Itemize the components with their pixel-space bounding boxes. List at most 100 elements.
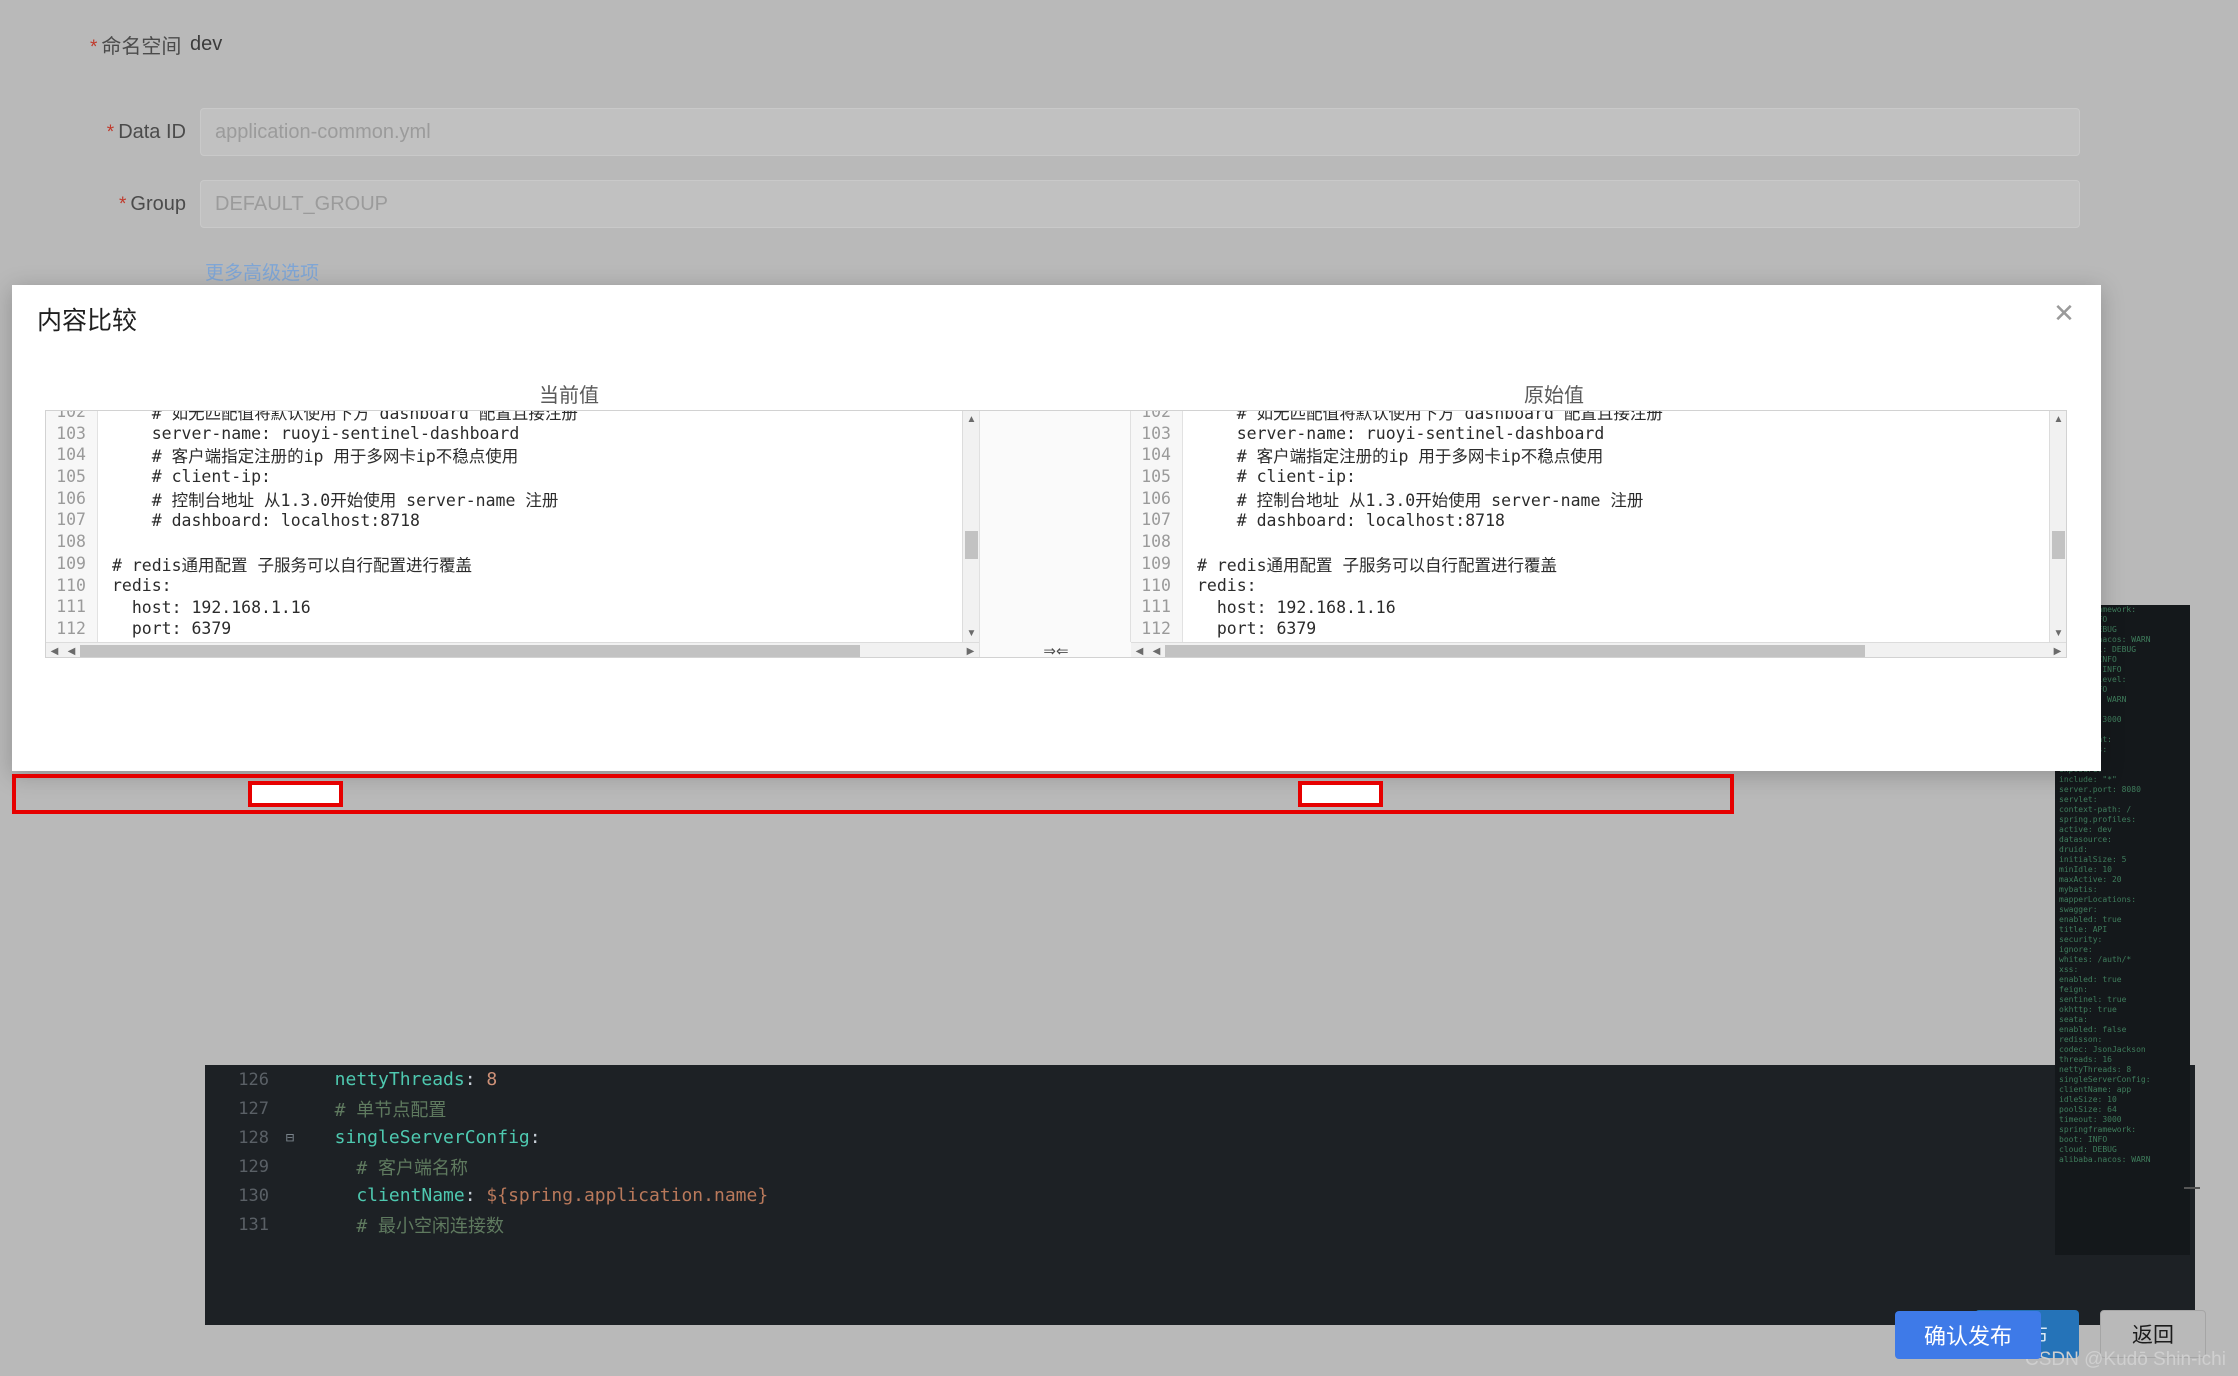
- required-star-icon: *: [90, 37, 97, 58]
- scroll-up-arrow-icon[interactable]: ▲: [2050, 411, 2066, 428]
- editor-line: 126 nettyThreads: 8: [205, 1065, 2195, 1094]
- scroll-down-arrow-icon[interactable]: ▼: [963, 625, 979, 642]
- minimap-line: security:: [2055, 935, 2190, 945]
- right-horizontal-scrollbar[interactable]: ◀ ◀ ▶: [1131, 642, 2066, 658]
- diff-pane-current[interactable]: 102 # 如无匹配值将默认使用下方 dashboard 配置且接注册103 s…: [46, 411, 979, 658]
- diff-line-row: 103 server-name: ruoyi-sentinel-dashboar…: [1131, 423, 2066, 445]
- diff-line-row: 105 # client-ip:: [1131, 466, 2066, 488]
- left-hscroll-thumb[interactable]: [80, 645, 860, 658]
- right-vscroll-thumb[interactable]: [2052, 531, 2065, 559]
- minimap-line: alibaba.nacos: WARN: [2055, 1155, 2190, 1165]
- minimap-line: idleSize: 10: [2055, 1095, 2190, 1105]
- scroll-left-arrow-icon-2[interactable]: ◀: [63, 643, 80, 659]
- left-vscroll-thumb[interactable]: [965, 531, 978, 559]
- yaml-code-editor[interactable]: 126 nettyThreads: 8127 # 单节点配置128⊟ singl…: [205, 1065, 2195, 1325]
- diff-line-row: 111 host: 192.168.1.16: [46, 596, 979, 618]
- minimap-line: xss:: [2055, 965, 2190, 975]
- content-compare-modal: 内容比较 ✕ 当前值 原始值 102 # 如无匹配值将默认使用下方 dashbo…: [12, 285, 2101, 771]
- right-vertical-scrollbar[interactable]: ▲ ▼: [2049, 411, 2066, 642]
- pane-headers: 当前值 原始值: [44, 379, 2069, 407]
- line-number: 110: [1131, 575, 1183, 597]
- line-number: 108: [1131, 531, 1183, 553]
- minimap-line: mapperLocations:: [2055, 895, 2190, 905]
- scroll-left-arrow-icon[interactable]: ◀: [1131, 643, 1148, 659]
- namespace-label: *命名空间: [90, 30, 190, 59]
- right-hscroll-track[interactable]: [1165, 645, 2049, 658]
- minimap-line: enabled: false: [2055, 1025, 2190, 1035]
- fold-toggle-icon[interactable]: ⊟: [279, 1130, 301, 1146]
- editor-line: 130 clientName: ${spring.application.nam…: [205, 1181, 2195, 1210]
- line-number: 105: [46, 466, 98, 488]
- minimap-line: sentinel: true: [2055, 995, 2190, 1005]
- line-number: 112: [46, 618, 98, 640]
- line-code: # client-ip:: [98, 467, 271, 486]
- diff-line-row: 107 # dashboard: localhost:8718: [46, 509, 979, 531]
- left-hscroll-track[interactable]: [80, 645, 962, 658]
- minimap-line: poolSize: 64: [2055, 1105, 2190, 1115]
- dataid-input[interactable]: application-common.yml: [200, 108, 2080, 156]
- minimap-line: mybatis:: [2055, 885, 2190, 895]
- minimap-line: title: API: [2055, 925, 2190, 935]
- line-code: # redis通用配置 子服务可以自行配置进行覆盖: [1183, 552, 1557, 576]
- line-code: host: 192.168.1.16: [98, 598, 311, 617]
- diff-line-row: 107 # dashboard: localhost:8718: [1131, 509, 2066, 531]
- diff-pane-original[interactable]: 102 # 如无匹配值将默认使用下方 dashboard 配置且接注册103 s…: [1131, 411, 2066, 658]
- line-number: 102: [46, 411, 98, 423]
- line-code: # redis通用配置 子服务可以自行配置进行覆盖: [98, 552, 472, 576]
- minimap-line: seata:: [2055, 1015, 2190, 1025]
- line-number: 109: [1131, 553, 1183, 575]
- namespace-value: dev: [190, 33, 222, 56]
- close-icon[interactable]: ✕: [2049, 299, 2079, 329]
- diff-line-row: 109# redis通用配置 子服务可以自行配置进行覆盖: [1131, 553, 2066, 575]
- scroll-right-arrow-icon[interactable]: ▶: [2049, 643, 2066, 659]
- editor-line-number: 126: [205, 1070, 279, 1090]
- minimap-line: initialSize: 5: [2055, 855, 2190, 865]
- group-input[interactable]: DEFAULT_GROUP: [200, 180, 2080, 228]
- scroll-down-arrow-icon[interactable]: ▼: [2050, 625, 2066, 642]
- scroll-left-arrow-icon-2[interactable]: ◀: [1148, 643, 1165, 659]
- editor-caret: [2184, 1187, 2200, 1189]
- line-number: 110: [46, 575, 98, 597]
- scroll-up-arrow-icon[interactable]: ▲: [963, 411, 979, 428]
- group-label-text: Group: [130, 193, 186, 215]
- minimap-line: spring.profiles:: [2055, 815, 2190, 825]
- line-code: server-name: ruoyi-sentinel-dashboard: [1183, 424, 1604, 443]
- diff-line-row: 104 # 客户端指定注册的ip 用于多网卡ip不稳点使用: [46, 444, 979, 466]
- editor-line-code: nettyThreads: 8: [301, 1069, 497, 1090]
- confirm-publish-button[interactable]: 确认发布: [1895, 1311, 2041, 1359]
- minimap-line: context-path: /: [2055, 805, 2190, 815]
- diff-lines-original: 102 # 如无匹配值将默认使用下方 dashboard 配置且接注册103 s…: [1131, 411, 2066, 658]
- editor-line-code: # 最小空闲连接数: [301, 1212, 504, 1238]
- minimap-line: cloud: DEBUG: [2055, 1145, 2190, 1155]
- line-number: 111: [1131, 596, 1183, 618]
- advanced-options-link[interactable]: 更多高级选项: [205, 258, 319, 285]
- diff-line-row: 106 # 控制台地址 从1.3.0开始使用 server-name 注册: [1131, 488, 2066, 510]
- line-number: 109: [46, 553, 98, 575]
- editor-line-number: 128: [205, 1128, 279, 1148]
- scroll-left-arrow-icon[interactable]: ◀: [46, 643, 63, 659]
- editor-line-code: singleServerConfig:: [301, 1127, 541, 1148]
- minimap-line: enabled: true: [2055, 915, 2190, 925]
- line-number: 106: [46, 488, 98, 510]
- minimap-line: include: "*": [2055, 775, 2190, 785]
- minimap-line: swagger:: [2055, 905, 2190, 915]
- line-number: 107: [46, 509, 98, 531]
- right-hscroll-thumb[interactable]: [1165, 645, 1865, 658]
- line-number: 104: [1131, 444, 1183, 466]
- line-number: 106: [1131, 488, 1183, 510]
- left-vertical-scrollbar[interactable]: ▲ ▼: [962, 411, 979, 642]
- diff-line-row: 102 # 如无匹配值将默认使用下方 dashboard 配置且接注册: [1131, 411, 2066, 423]
- line-code: redis:: [98, 576, 172, 595]
- csdn-watermark: CSDN @Kudō Shin-ichi: [2025, 1349, 2226, 1371]
- minimap-line: singleServerConfig:: [2055, 1075, 2190, 1085]
- minimap-line: springframework:: [2055, 1125, 2190, 1135]
- diff-line-row: 110redis:: [1131, 575, 2066, 597]
- line-code: port: 6379: [98, 619, 231, 638]
- editor-line: 129 # 客户端名称: [205, 1152, 2195, 1181]
- minimap-line: datasource:: [2055, 835, 2190, 845]
- diff-sync-scroll-icon[interactable]: ⇒⇐: [980, 642, 1132, 658]
- line-number: 102: [1131, 411, 1183, 423]
- scroll-right-arrow-icon[interactable]: ▶: [962, 643, 979, 659]
- line-number: 112: [1131, 618, 1183, 640]
- left-horizontal-scrollbar[interactable]: ◀ ◀ ▶: [46, 642, 979, 658]
